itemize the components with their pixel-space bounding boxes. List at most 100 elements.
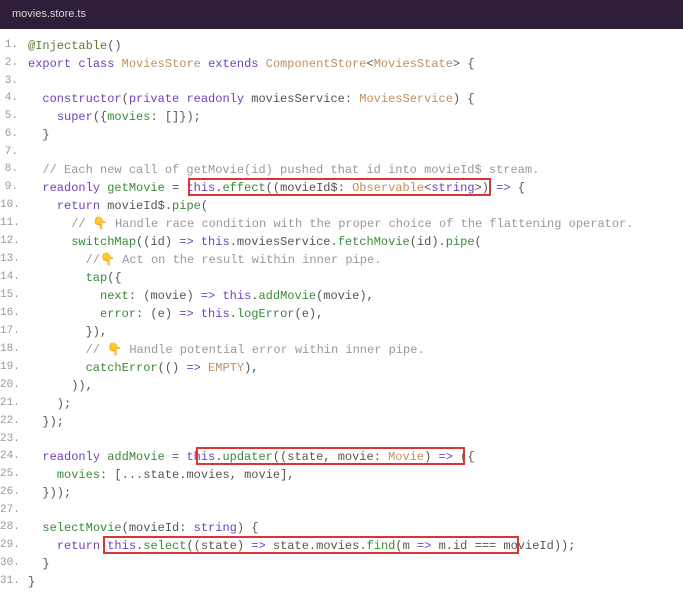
- code-token: (: [122, 92, 129, 106]
- code-token: movieId$: [107, 199, 165, 213]
- code-token: ),: [359, 289, 373, 303]
- line-content: [28, 73, 683, 90]
- code-token: .: [165, 199, 172, 213]
- code-token: (: [410, 235, 417, 249]
- code-token: (): [107, 39, 121, 53]
- code-token: }));: [28, 486, 71, 500]
- code-token: [28, 289, 100, 303]
- code-line: 8. // Each new call of getMovie(id) push…: [0, 161, 683, 179]
- code-token: this: [222, 289, 251, 303]
- code-token: movie: [323, 289, 359, 303]
- line-content: });: [28, 413, 683, 431]
- code-token: (: [475, 235, 482, 249]
- code-line: 19. catchError(() => EMPTY),: [0, 359, 683, 377]
- line-number: 4.: [0, 90, 28, 108]
- code-token: MoviesService: [359, 92, 453, 106]
- line-number: 30.: [0, 555, 28, 573]
- code-token: ({: [107, 271, 121, 285]
- code-line: 20. )),: [0, 377, 683, 395]
- line-number: 24.: [0, 448, 28, 466]
- code-token: constructor: [42, 92, 121, 106]
- line-number: 5.: [0, 108, 28, 126]
- line-number: 27.: [0, 502, 28, 519]
- code-token: : []});: [150, 110, 200, 124]
- code-line: 31.}: [0, 573, 683, 591]
- line-number: 19.: [0, 359, 28, 377]
- code-token: [28, 235, 71, 249]
- code-token: ).: [431, 235, 445, 249]
- code-token: MoviesStore: [122, 57, 208, 71]
- code-token: ({: [453, 450, 475, 464]
- code-token: class: [78, 57, 121, 71]
- code-token: :: [179, 521, 193, 535]
- code-token: ,: [230, 468, 244, 482]
- code-token: (: [201, 199, 208, 213]
- line-content: readonly getMovie = this.effect((movieId…: [28, 179, 683, 197]
- code-token: this: [201, 307, 230, 321]
- code-token: .: [446, 539, 453, 553]
- code-line: 21. );: [0, 395, 683, 413]
- filename-label: movies.store.ts: [12, 8, 86, 20]
- code-line: 7.: [0, 144, 683, 161]
- code-token: =>: [179, 235, 193, 249]
- code-token: ),: [309, 307, 323, 321]
- code-token: ((: [136, 235, 150, 249]
- code-line: 4. constructor(private readonly moviesSe…: [0, 90, 683, 108]
- code-line: 27.: [0, 502, 683, 519]
- code-token: movie: [244, 468, 280, 482]
- code-token: =>: [417, 539, 431, 553]
- code-token: ): [237, 539, 251, 553]
- code-token: ],: [280, 468, 294, 482]
- code-token: movies: [107, 110, 150, 124]
- code-line: 29. return this.select((state) => state.…: [0, 537, 683, 555]
- code-line: 25. movies: [...state.movies, movie],: [0, 466, 683, 484]
- line-number: 13.: [0, 251, 28, 269]
- code-token: EMPTY: [208, 361, 244, 375]
- line-content: );: [28, 395, 683, 413]
- code-token: @Injectable: [28, 39, 107, 53]
- line-number: 3.: [0, 73, 28, 90]
- code-token: export: [28, 57, 78, 71]
- code-token: error: [100, 307, 136, 321]
- code-token: (: [122, 521, 129, 535]
- code-line: 14. tap({: [0, 269, 683, 287]
- code-line: 16. error: (e) => this.logError(e),: [0, 305, 683, 323]
- line-content: return this.select((state) => state.movi…: [28, 537, 683, 555]
- code-token: m: [403, 539, 410, 553]
- line-number: 21.: [0, 395, 28, 413]
- code-token: effect: [222, 181, 265, 195]
- code-token: [28, 181, 42, 195]
- code-token: ((: [186, 539, 200, 553]
- code-token: return: [57, 199, 107, 213]
- code-token: id: [417, 235, 431, 249]
- code-line: 22. });: [0, 413, 683, 431]
- code-token: moviesService: [237, 235, 331, 249]
- code-token: addMovie: [107, 450, 165, 464]
- code-token: }: [28, 128, 50, 142]
- line-content: }),: [28, 323, 683, 341]
- code-token: movies: [57, 468, 100, 482]
- line-number: 16.: [0, 305, 28, 323]
- code-token: =>: [179, 307, 193, 321]
- line-content: selectMovie(movieId: string) {: [28, 519, 683, 537]
- code-token: state: [273, 539, 309, 553]
- code-token: [28, 521, 42, 535]
- code-token: movieId: [503, 539, 553, 553]
- line-content: // 👇 Handle race condition with the prop…: [28, 215, 683, 233]
- code-token: [28, 163, 42, 177]
- code-token: selectMovie: [42, 521, 121, 535]
- code-token: this: [186, 181, 215, 195]
- code-token: {: [460, 92, 474, 106]
- code-token: ));: [554, 539, 576, 553]
- line-number: 10.: [0, 197, 28, 215]
- code-token: movieId$: [280, 181, 338, 195]
- code-token: Movie: [388, 450, 424, 464]
- code-token: ((): [158, 361, 187, 375]
- line-content: [28, 502, 683, 519]
- line-content: // Each new call of getMovie(id) pushed …: [28, 161, 683, 179]
- code-token: ===: [467, 539, 503, 553]
- code-line: 18. // 👇 Handle potential error within i…: [0, 341, 683, 359]
- line-content: export class MoviesStore extends Compone…: [28, 55, 683, 73]
- code-token: // 👇 Handle potential error within inner…: [86, 343, 425, 357]
- line-number: 6.: [0, 126, 28, 144]
